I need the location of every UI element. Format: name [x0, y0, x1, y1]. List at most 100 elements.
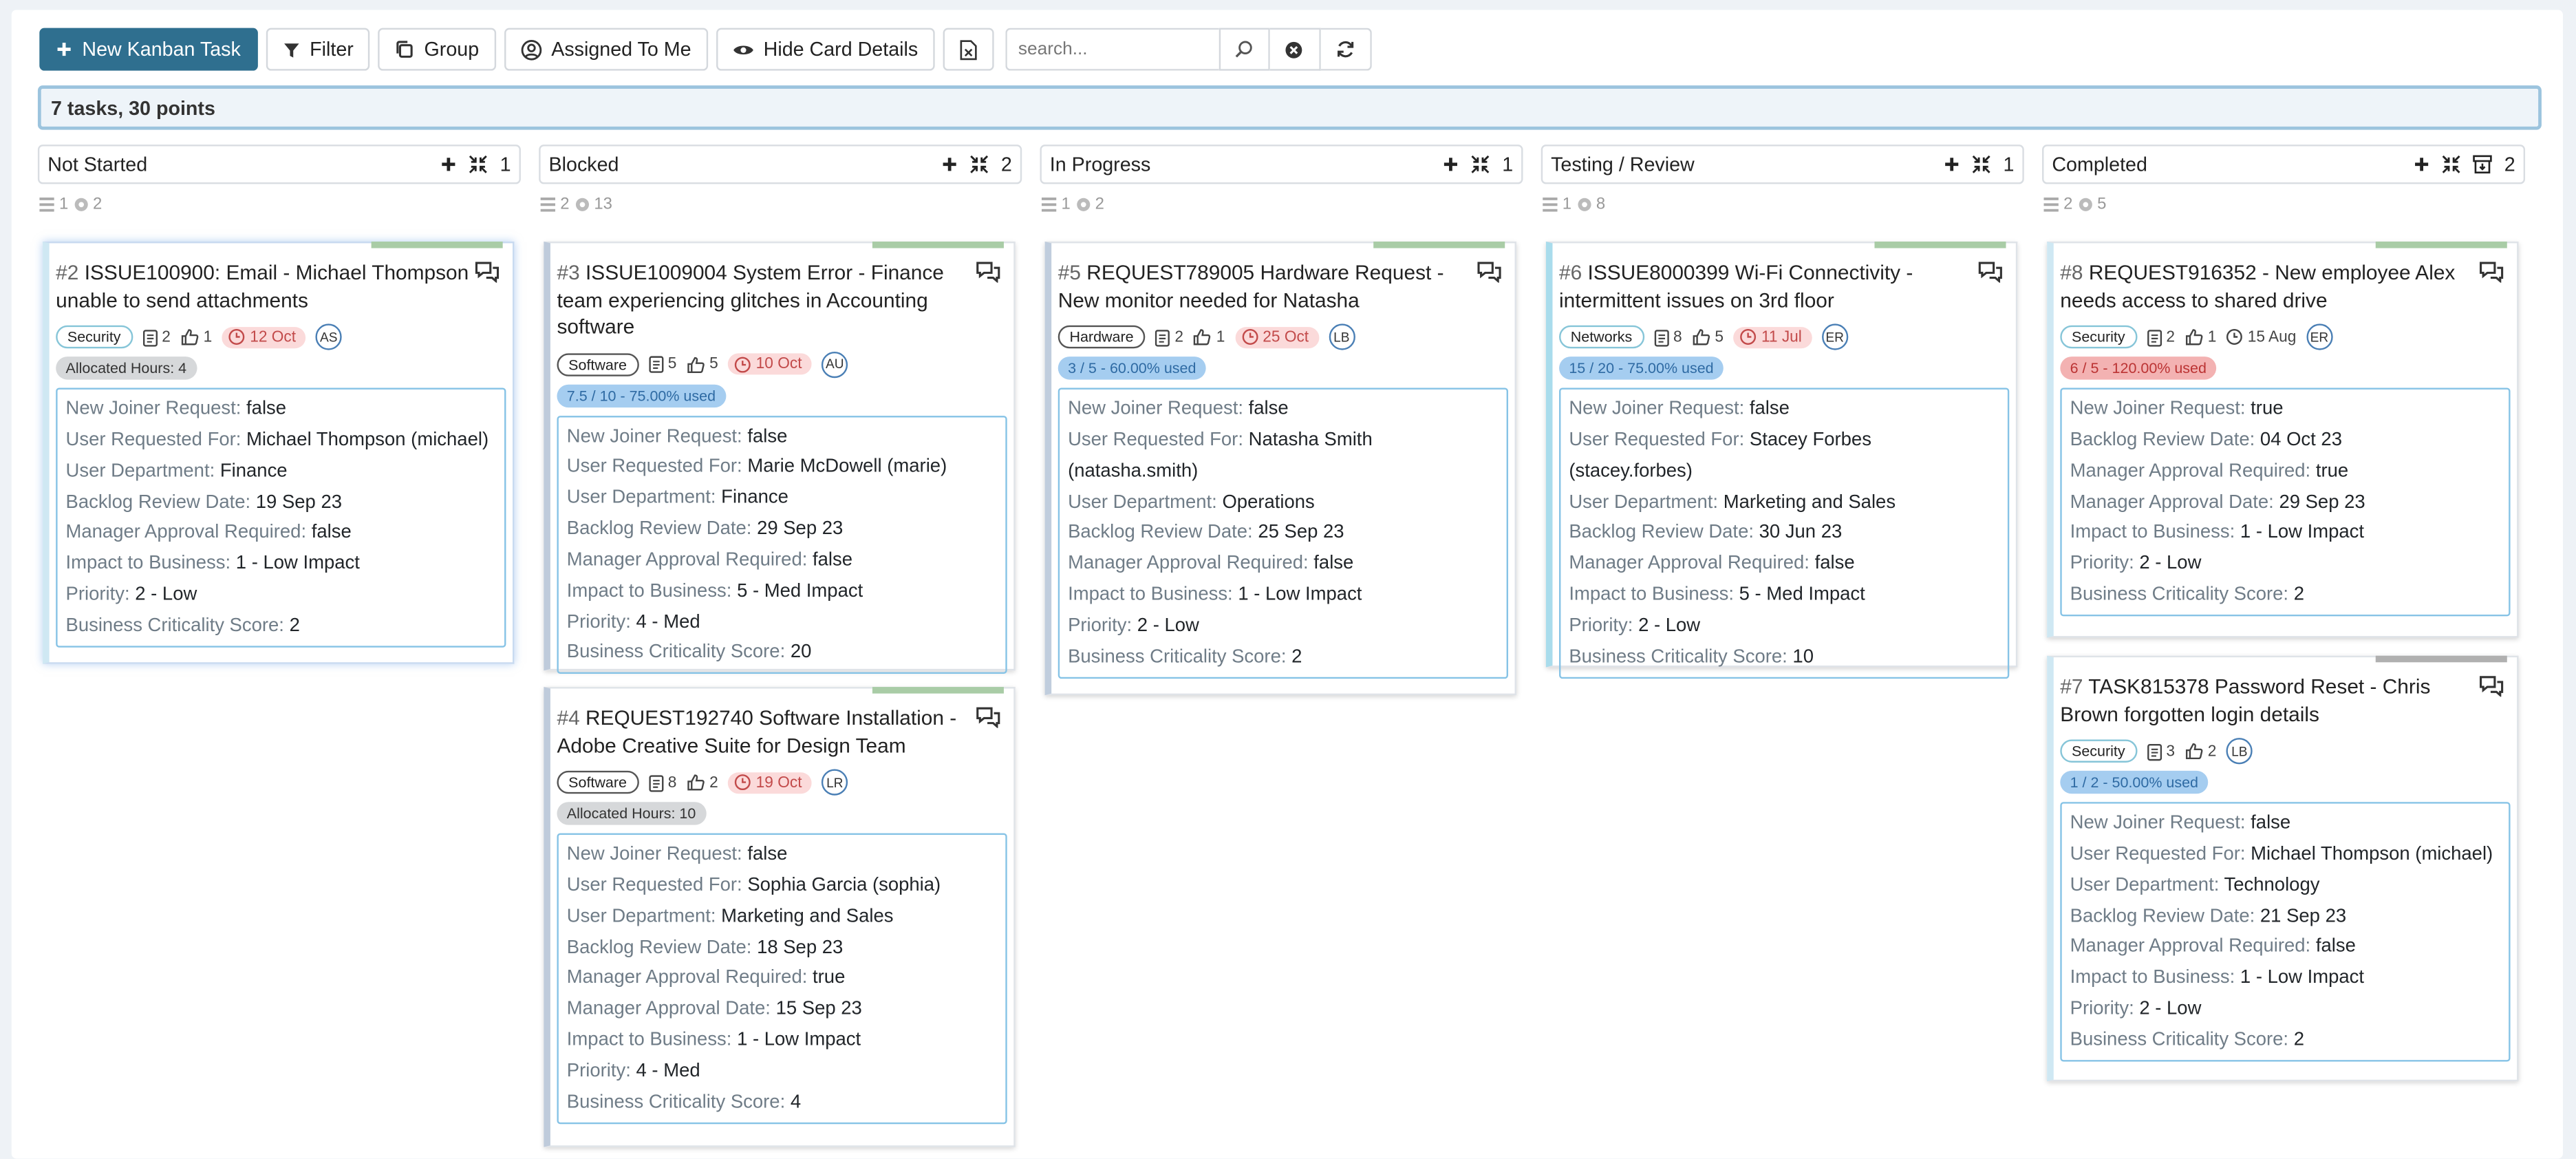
detail-row: Priority: 2 - Low — [2070, 549, 2501, 580]
detail-row: User Requested For: Stacey Forbes (stace… — [1569, 425, 1999, 487]
stat-points: 13 — [594, 194, 612, 213]
detail-value: false — [2251, 813, 2291, 833]
stat-tasks: 2 — [560, 194, 570, 213]
comments-icon[interactable] — [475, 262, 500, 283]
collapse-icon[interactable] — [1972, 154, 1992, 174]
column-completed: Completed 2 2 5 #8 REQUEST916352 - New e… — [2042, 145, 2526, 1082]
likes-stat: 1 — [180, 328, 212, 346]
column-title: Not Started — [47, 153, 148, 176]
add-task-icon[interactable] — [942, 156, 958, 173]
detail-row: Impact to Business: 1 - Low Impact — [66, 549, 497, 580]
kanban-card[interactable]: #8 REQUEST916352 - New employee Alex nee… — [2047, 242, 2519, 638]
detail-key: Business Criticality Score: — [65, 616, 284, 636]
add-task-icon[interactable] — [441, 156, 458, 173]
detail-row: User Department: Technology — [2070, 871, 2501, 902]
detail-value: 04 Oct 23 — [2260, 430, 2342, 450]
column-count: 1 — [1502, 153, 1514, 176]
filter-button[interactable]: Filter — [265, 28, 370, 71]
due-date: 25 Oct — [1263, 328, 1309, 346]
collapse-icon[interactable] — [1471, 154, 1491, 174]
avatar[interactable]: ER — [1821, 323, 1848, 350]
column-testing-review: Testing / Review 1 1 8 #6 ISSUE8000399 W… — [1541, 145, 2024, 679]
detail-row: Impact to Business: 5 - Med Impact — [567, 576, 998, 607]
excel-file-icon — [959, 39, 977, 60]
due-date: 10 Oct — [755, 354, 802, 374]
comments-icon[interactable] — [976, 262, 1000, 283]
collapse-icon[interactable] — [469, 154, 489, 174]
due-date-badge: 15 Aug — [2226, 328, 2296, 346]
detail-key: User Requested For: — [566, 875, 742, 895]
detail-key: Backlog Review Date: — [1569, 523, 1754, 543]
detail-value: Marie McDowell (marie) — [747, 457, 947, 478]
new-kanban-task-button[interactable]: New Kanban Task — [39, 28, 257, 71]
avatar[interactable]: LR — [822, 769, 848, 796]
search-input[interactable] — [1005, 28, 1219, 71]
collapse-icon[interactable] — [2442, 154, 2462, 174]
add-task-icon[interactable] — [1443, 156, 1459, 173]
kanban-card[interactable]: #6 ISSUE8000399 Wi-Fi Connectivity - int… — [1545, 242, 2018, 679]
collapse-icon[interactable] — [970, 154, 990, 174]
detail-value: false — [747, 844, 788, 864]
assigned-to-me-button[interactable]: Assigned To Me — [503, 28, 708, 71]
detail-key: Business Criticality Score: — [2070, 585, 2289, 605]
board-page: New Kanban Task Filter Group Assigned To… — [11, 10, 2563, 1159]
detail-row: Backlog Review Date: 18 Sep 23 — [567, 933, 998, 964]
avatar[interactable]: ER — [2306, 323, 2332, 350]
detail-row: Manager Approval Required: false — [1569, 549, 1999, 580]
detail-value: 4 - Med — [636, 1061, 700, 1081]
detail-row: Business Criticality Score: 10 — [1569, 642, 1999, 673]
kanban-card[interactable]: #5 REQUEST789005 Hardware Request - New … — [1044, 242, 1516, 696]
card-title-text: REQUEST916352 - New employee Alex needs … — [2060, 261, 2456, 312]
kanban-card[interactable]: #7 TASK815378 Password Reset - Chris Bro… — [2047, 655, 2519, 1082]
detail-value: 5 - Med Impact — [1739, 585, 1865, 605]
comments-icon[interactable] — [976, 707, 1000, 728]
kanban-card[interactable]: #3 ISSUE1009004 System Error - Finance t… — [544, 242, 1016, 674]
detail-row: User Requested For: Natasha Smith (natas… — [1068, 425, 1499, 487]
add-task-icon[interactable] — [2414, 156, 2430, 173]
comments-icon[interactable] — [2479, 262, 2504, 283]
avatar[interactable]: LB — [1328, 323, 1355, 350]
detail-key: Business Criticality Score: — [1068, 647, 1287, 667]
detail-value: 2 - Low — [2139, 999, 2202, 1019]
likes-stat: 2 — [2185, 742, 2216, 760]
board-summary: 7 tasks, 30 points — [37, 85, 2542, 130]
search-button[interactable] — [1219, 28, 1270, 71]
detail-key: Priority: — [2070, 999, 2134, 1019]
kanban-card[interactable]: #4 REQUEST192740 Software Installation -… — [544, 687, 1016, 1147]
card-details: New Joiner Request: false User Requested… — [2060, 802, 2511, 1061]
kanban-card[interactable]: #2 ISSUE100900: Email - Michael Thompson… — [43, 242, 515, 664]
search-icon — [1236, 41, 1253, 58]
add-task-icon[interactable] — [1944, 156, 1961, 173]
comments-icon[interactable] — [1978, 262, 2003, 283]
detail-row: Manager Approval Date: 29 Sep 23 — [2070, 487, 2501, 518]
export-excel-button[interactable] — [943, 28, 994, 71]
copy-icon — [396, 41, 414, 58]
detail-value: 2 - Low — [1137, 616, 1199, 636]
detail-row: Business Criticality Score: 4 — [567, 1087, 998, 1118]
column-count: 2 — [2504, 153, 2515, 176]
avatar[interactable]: AS — [315, 323, 342, 350]
card-title: #6 ISSUE8000399 Wi-Fi Connectivity - int… — [1559, 259, 1979, 314]
detail-row: Impact to Business: 1 - Low Impact — [1068, 580, 1499, 611]
allocated-hours-badge: Allocated Hours: 4 — [56, 357, 197, 380]
due-date-badge: 25 Oct — [1234, 326, 1319, 348]
category-tag: Software — [557, 352, 638, 376]
comments-icon[interactable] — [1477, 262, 1502, 283]
column-stats: 1 2 — [38, 194, 521, 214]
avatar[interactable]: AU — [822, 350, 848, 378]
group-button[interactable]: Group — [378, 28, 496, 71]
detail-value: 2 — [289, 616, 300, 636]
archive-icon[interactable] — [2473, 154, 2493, 174]
points-value: 8 — [667, 773, 677, 791]
likes-stat: 2 — [687, 773, 718, 791]
clear-search-button[interactable] — [1269, 28, 1321, 71]
refresh-button[interactable] — [1320, 28, 1372, 71]
detail-key: Backlog Review Date: — [2070, 430, 2255, 450]
avatar[interactable]: LB — [2226, 738, 2253, 765]
due-date-badge: 19 Oct — [728, 772, 812, 794]
detail-key: User Requested For: — [65, 430, 242, 450]
points-icon — [575, 197, 588, 211]
comments-icon[interactable] — [2479, 675, 2504, 697]
hide-card-details-button[interactable]: Hide Card Details — [716, 28, 935, 71]
column-count: 1 — [2003, 153, 2015, 176]
